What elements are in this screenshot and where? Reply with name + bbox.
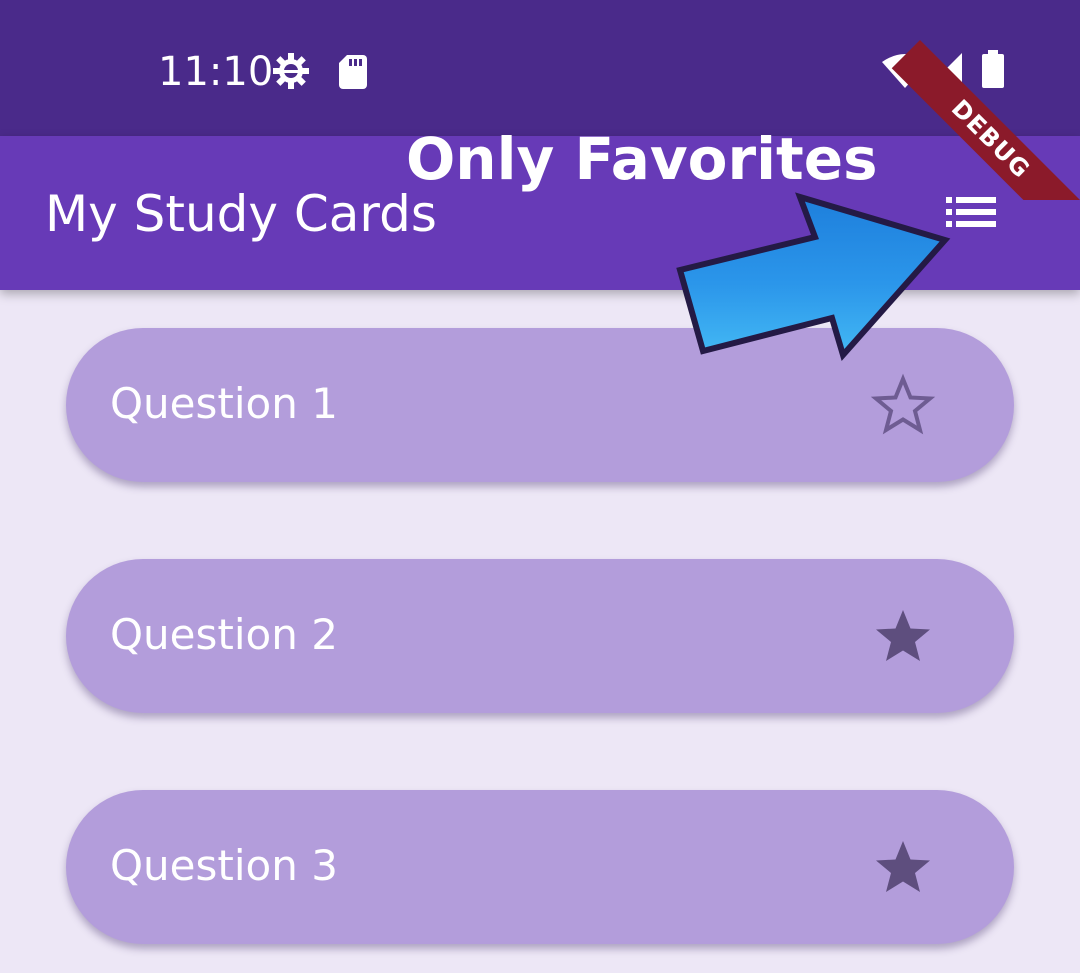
star-filled-icon [876, 841, 930, 892]
star-filled-icon [876, 610, 930, 661]
card-question-label: Question 1 [110, 379, 338, 428]
card-list: Question 1 Question 2 Question 3 [0, 290, 1080, 973]
study-card[interactable]: Question 2 [66, 559, 1014, 713]
debug-banner-label: DEBUG [891, 40, 1080, 200]
sd-card-icon [339, 55, 367, 89]
app-title: My Study Cards [45, 185, 437, 243]
study-card[interactable]: Question 3 [66, 790, 1014, 944]
card-question-label: Question 2 [110, 610, 338, 659]
favorite-toggle-button[interactable] [866, 596, 940, 676]
debug-banner: DEBUG [880, 0, 1080, 200]
favorite-toggle-button[interactable] [866, 827, 940, 907]
card-question-label: Question 3 [110, 841, 338, 890]
settings-gear-icon [273, 53, 309, 89]
status-time: 11:10 [158, 49, 274, 95]
annotation-arrow-icon [676, 192, 951, 362]
